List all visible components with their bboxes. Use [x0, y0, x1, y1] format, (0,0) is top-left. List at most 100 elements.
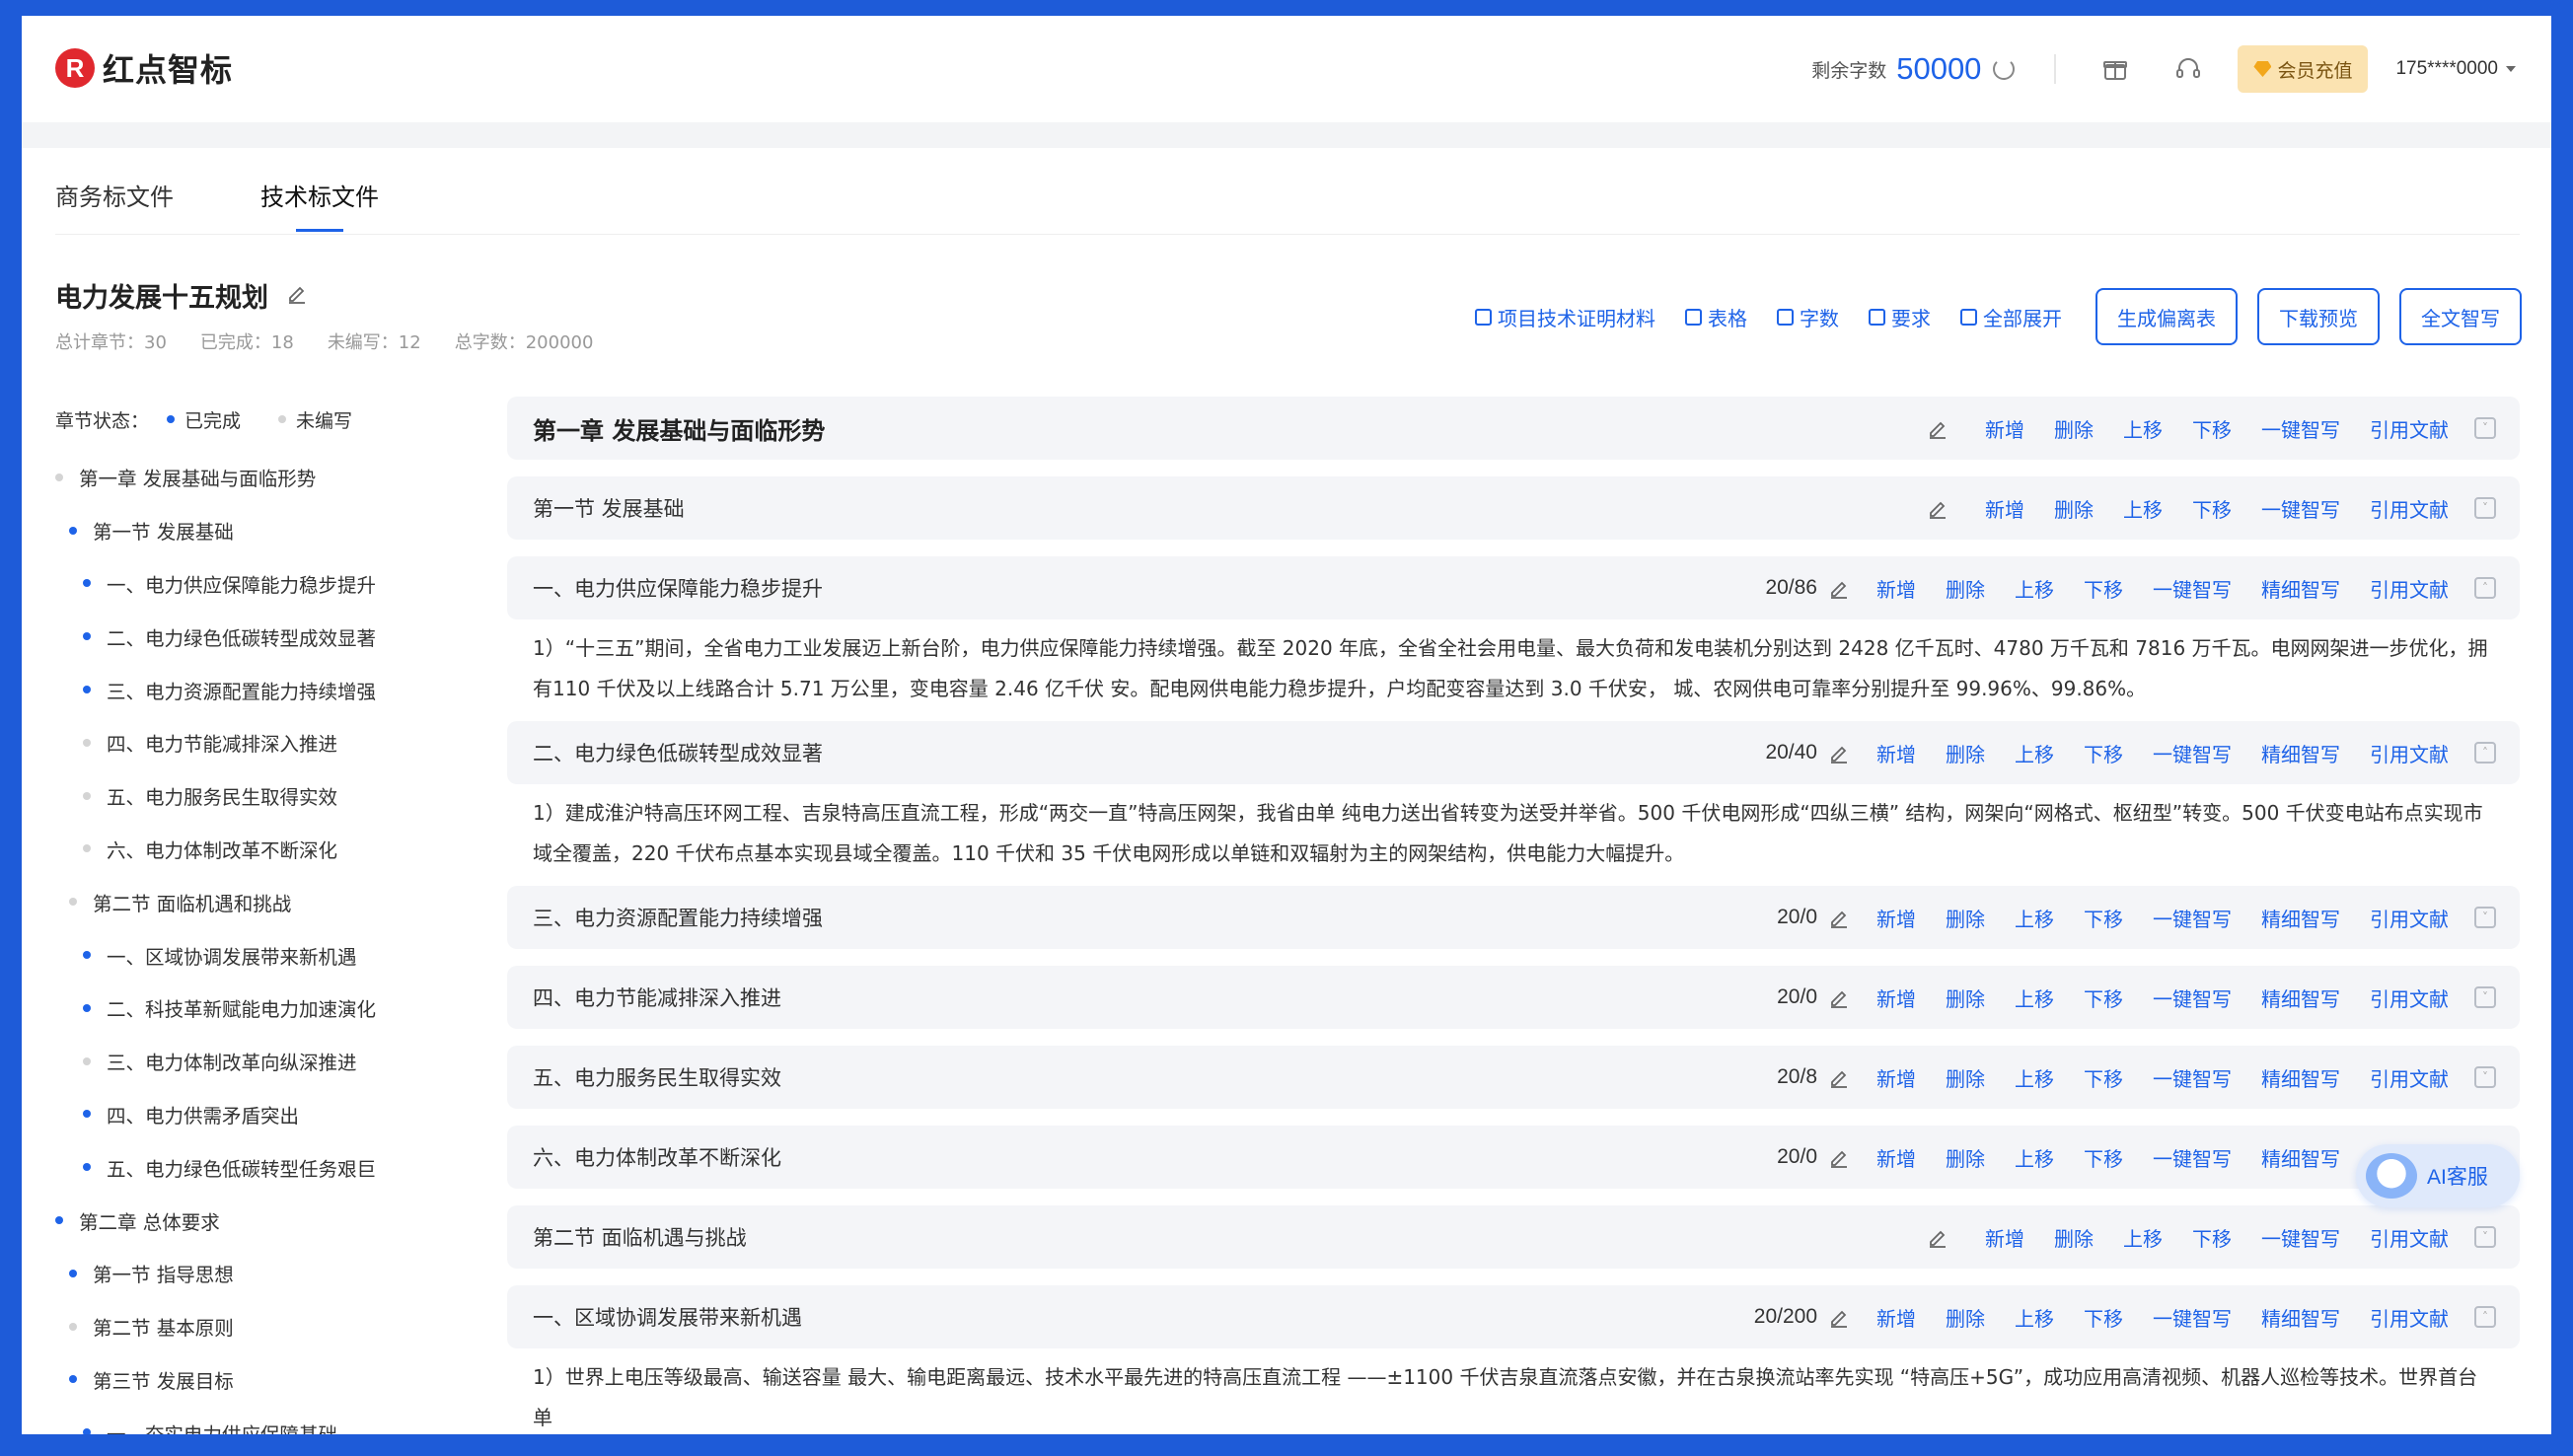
- sidebar-chapter-item[interactable]: 一、夯实电力供应保障基础: [55, 1406, 470, 1456]
- headset-icon[interactable]: [2165, 45, 2212, 93]
- delete-button[interactable]: 删除: [2054, 414, 2094, 443]
- sidebar-chapter-item[interactable]: 第二章 总体要求: [55, 1194, 470, 1247]
- collapse-icon[interactable]: ˅: [2474, 1226, 2496, 1248]
- fine-write-button[interactable]: 精细智写: [2261, 1143, 2340, 1172]
- sidebar-chapter-item[interactable]: 第一节 指导思想: [55, 1247, 470, 1300]
- collapse-icon[interactable]: ˄: [2474, 742, 2496, 764]
- one-click-write-button[interactable]: 一键智写: [2153, 739, 2232, 767]
- delete-button[interactable]: 删除: [1946, 739, 1985, 767]
- one-click-write-button[interactable]: 一键智写: [2261, 414, 2340, 443]
- cite-reference-button[interactable]: 引用文献: [2370, 1303, 2449, 1332]
- section-content[interactable]: 1）建成淮沪特高压环网工程、吉泉特高压直流工程，形成“两交一直”特高压网架，我省…: [507, 793, 2520, 874]
- word-count-link[interactable]: 字数: [1777, 303, 1839, 331]
- download-preview-button[interactable]: 下载预览: [2257, 288, 2380, 345]
- sidebar-chapter-item[interactable]: 一、电力供应保障能力稳步提升: [55, 557, 470, 611]
- move-up-button[interactable]: 上移: [2015, 574, 2054, 603]
- move-down-button[interactable]: 下移: [2084, 574, 2123, 603]
- move-up-button[interactable]: 上移: [2015, 1063, 2054, 1092]
- one-click-write-button[interactable]: 一键智写: [2261, 1223, 2340, 1252]
- table-link[interactable]: 表格: [1685, 303, 1747, 331]
- add-button[interactable]: 新增: [1876, 1063, 1916, 1092]
- cite-reference-button[interactable]: 引用文献: [2370, 494, 2449, 523]
- requirements-link[interactable]: 要求: [1869, 303, 1931, 331]
- delete-button[interactable]: 删除: [2054, 1223, 2094, 1252]
- sidebar-chapter-item[interactable]: 五、电力绿色低碳转型任务艰巨: [55, 1140, 470, 1194]
- one-click-write-button[interactable]: 一键智写: [2153, 574, 2232, 603]
- sidebar-chapter-item[interactable]: 二、科技革新赋能电力加速演化: [55, 982, 470, 1035]
- pencil-icon[interactable]: [1825, 574, 1853, 602]
- move-up-button[interactable]: 上移: [2123, 414, 2163, 443]
- sidebar-chapter-item[interactable]: 第一节 发展基础: [55, 504, 470, 557]
- delete-button[interactable]: 删除: [1946, 574, 1985, 603]
- add-button[interactable]: 新增: [1876, 983, 1916, 1012]
- add-button[interactable]: 新增: [1876, 904, 1916, 932]
- collapse-icon[interactable]: ˄: [2474, 1306, 2496, 1328]
- pencil-icon[interactable]: [1924, 494, 1951, 522]
- tab-technical-file[interactable]: 技术标文件: [260, 178, 379, 232]
- refresh-icon[interactable]: [1993, 58, 2016, 80]
- collapse-icon[interactable]: ˅: [2474, 1066, 2496, 1088]
- sidebar-chapter-item[interactable]: 四、电力供需矛盾突出: [55, 1088, 470, 1141]
- collapse-icon[interactable]: ˅: [2474, 986, 2496, 1008]
- cite-reference-button[interactable]: 引用文献: [2370, 904, 2449, 932]
- move-down-button[interactable]: 下移: [2084, 1143, 2123, 1172]
- move-down-button[interactable]: 下移: [2192, 414, 2232, 443]
- sidebar-chapter-item[interactable]: 六、电力体制改革不断深化: [55, 823, 470, 876]
- collapse-icon[interactable]: ˅: [2474, 497, 2496, 519]
- move-up-button[interactable]: 上移: [2123, 494, 2163, 523]
- fine-write-button[interactable]: 精细智写: [2261, 1303, 2340, 1332]
- move-down-button[interactable]: 下移: [2084, 739, 2123, 767]
- fine-write-button[interactable]: 精细智写: [2261, 1063, 2340, 1092]
- section-content[interactable]: 1）世界上电压等级最高、输送容量 最大、输电距离最远、技术水平最先进的特高压直流…: [507, 1357, 2520, 1438]
- cite-reference-button[interactable]: 引用文献: [2370, 1223, 2449, 1252]
- generate-deviation-table-button[interactable]: 生成偏离表: [2095, 288, 2238, 345]
- one-click-write-button[interactable]: 一键智写: [2153, 1303, 2232, 1332]
- edit-title-pencil-icon[interactable]: [286, 280, 308, 311]
- pencil-icon[interactable]: [1825, 904, 1853, 931]
- ai-customer-service-button[interactable]: AI客服: [2356, 1144, 2520, 1207]
- user-account-menu[interactable]: 175****0000: [2395, 58, 2516, 80]
- gift-icon[interactable]: [2092, 45, 2139, 93]
- move-down-button[interactable]: 下移: [2084, 1303, 2123, 1332]
- fine-write-button[interactable]: 精细智写: [2261, 574, 2340, 603]
- sidebar-chapter-item[interactable]: 第二节 基本原则: [55, 1300, 470, 1353]
- pencil-icon[interactable]: [1825, 983, 1853, 1011]
- move-down-button[interactable]: 下移: [2084, 983, 2123, 1012]
- pencil-icon[interactable]: [1825, 1063, 1853, 1091]
- section-content[interactable]: 1）“十三五”期间，全省电力工业发展迈上新台阶，电力供应保障能力持续增强。截至 …: [507, 628, 2520, 709]
- delete-button[interactable]: 删除: [1946, 904, 1985, 932]
- sidebar-chapter-item[interactable]: 第二节 面临机遇和挑战: [55, 875, 470, 928]
- tab-business-file[interactable]: 商务标文件: [55, 178, 174, 232]
- one-click-write-button[interactable]: 一键智写: [2153, 1143, 2232, 1172]
- collapse-icon[interactable]: ˅: [2474, 907, 2496, 928]
- cite-reference-button[interactable]: 引用文献: [2370, 1063, 2449, 1092]
- cite-reference-button[interactable]: 引用文献: [2370, 983, 2449, 1012]
- move-up-button[interactable]: 上移: [2015, 739, 2054, 767]
- full-text-smart-write-button[interactable]: 全文智写: [2399, 288, 2522, 345]
- sidebar-chapter-item[interactable]: 四、电力节能减排深入推进: [55, 716, 470, 769]
- delete-button[interactable]: 删除: [1946, 1063, 1985, 1092]
- move-down-button[interactable]: 下移: [2192, 1223, 2232, 1252]
- add-button[interactable]: 新增: [1876, 1303, 1916, 1332]
- one-click-write-button[interactable]: 一键智写: [2153, 1063, 2232, 1092]
- add-button[interactable]: 新增: [1876, 574, 1916, 603]
- move-down-button[interactable]: 下移: [2084, 1063, 2123, 1092]
- delete-button[interactable]: 删除: [1946, 1303, 1985, 1332]
- sidebar-chapter-item[interactable]: 一、区域协调发展带来新机遇: [55, 928, 470, 982]
- pencil-icon[interactable]: [1924, 1223, 1951, 1251]
- cite-reference-button[interactable]: 引用文献: [2370, 574, 2449, 603]
- add-button[interactable]: 新增: [1985, 494, 2024, 523]
- fine-write-button[interactable]: 精细智写: [2261, 739, 2340, 767]
- vip-recharge-button[interactable]: 会员充值: [2238, 45, 2369, 93]
- add-button[interactable]: 新增: [1985, 1223, 2024, 1252]
- collapse-icon[interactable]: ˅: [2474, 417, 2496, 439]
- sidebar-chapter-item[interactable]: 三、电力体制改革向纵深推进: [55, 1035, 470, 1088]
- move-up-button[interactable]: 上移: [2015, 1143, 2054, 1172]
- move-up-button[interactable]: 上移: [2015, 1303, 2054, 1332]
- delete-button[interactable]: 删除: [2054, 494, 2094, 523]
- tech-proof-materials-link[interactable]: 项目技术证明材料: [1475, 303, 1655, 331]
- cite-reference-button[interactable]: 引用文献: [2370, 739, 2449, 767]
- fine-write-button[interactable]: 精细智写: [2261, 983, 2340, 1012]
- delete-button[interactable]: 删除: [1946, 983, 1985, 1012]
- sidebar-chapter-item[interactable]: 五、电力服务民生取得实效: [55, 769, 470, 823]
